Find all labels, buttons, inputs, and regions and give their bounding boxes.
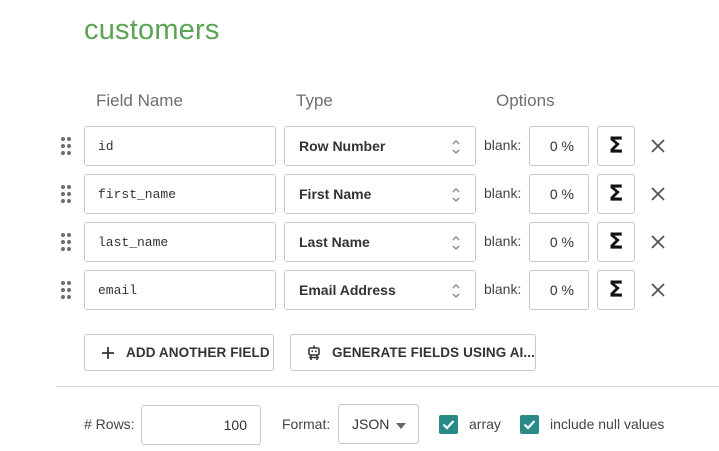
updown-chevron-icon xyxy=(452,236,460,250)
include-null-checkbox[interactable] xyxy=(520,415,539,434)
blank-label: blank: xyxy=(484,137,522,153)
field-type-select[interactable]: First Name xyxy=(284,174,476,214)
blank-label: blank: xyxy=(484,185,522,201)
close-icon[interactable] xyxy=(648,184,668,204)
blank-label: blank: xyxy=(484,233,522,249)
field-name-input[interactable] xyxy=(84,270,276,310)
generate-ai-label: GENERATE FIELDS USING AI... xyxy=(332,345,535,360)
field-name-input[interactable] xyxy=(84,174,276,214)
drag-handle-icon[interactable] xyxy=(61,281,73,299)
field-name-input[interactable] xyxy=(84,126,276,166)
close-icon[interactable] xyxy=(648,232,668,252)
drag-handle-icon[interactable] xyxy=(61,137,73,155)
robot-icon xyxy=(308,345,320,360)
add-field-label: ADD ANOTHER FIELD xyxy=(126,345,270,360)
field-type-label: Email Address xyxy=(299,282,396,298)
blank-percent-input[interactable] xyxy=(529,270,589,310)
blank-percent-input[interactable] xyxy=(529,174,589,214)
schema-editor: customers Field Name Type Options Row Nu… xyxy=(0,0,719,451)
divider xyxy=(56,386,719,387)
sigma-icon: Σ xyxy=(608,277,624,303)
array-label: array xyxy=(469,416,501,432)
column-header-field-name: Field Name xyxy=(96,91,183,110)
formula-button[interactable]: Σ xyxy=(597,174,635,214)
field-type-select[interactable]: Last Name xyxy=(284,222,476,262)
field-type-select[interactable]: Email Address xyxy=(284,270,476,310)
checkmark-icon xyxy=(523,420,536,430)
updown-chevron-icon xyxy=(452,188,460,202)
field-row: Row Number blank: Σ xyxy=(0,126,719,166)
close-icon[interactable] xyxy=(648,136,668,156)
sigma-icon: Σ xyxy=(608,181,624,207)
field-type-label: First Name xyxy=(299,186,372,202)
array-checkbox[interactable] xyxy=(439,415,458,434)
format-select[interactable]: JSON xyxy=(338,404,419,444)
rows-input[interactable] xyxy=(141,405,261,445)
formula-button[interactable]: Σ xyxy=(597,270,635,310)
sigma-icon: Σ xyxy=(608,229,624,255)
field-row: First Name blank: Σ xyxy=(0,174,719,214)
plus-icon xyxy=(102,346,114,359)
add-field-button[interactable]: ADD ANOTHER FIELD xyxy=(84,334,274,371)
generate-ai-button[interactable]: GENERATE FIELDS USING AI... xyxy=(290,334,536,371)
field-row: Email Address blank: Σ xyxy=(0,270,719,310)
format-value: JSON xyxy=(352,416,390,432)
caret-down-icon xyxy=(396,423,406,429)
blank-label: blank: xyxy=(484,281,522,297)
checkmark-icon xyxy=(442,420,455,430)
field-type-label: Row Number xyxy=(299,138,386,154)
formula-button[interactable]: Σ xyxy=(597,126,635,166)
drag-handle-icon[interactable] xyxy=(61,185,73,203)
include-null-label: include null values xyxy=(550,416,665,432)
drag-handle-icon[interactable] xyxy=(61,233,73,251)
field-type-select[interactable]: Row Number xyxy=(284,126,476,166)
formula-button[interactable]: Σ xyxy=(597,222,635,262)
blank-percent-input[interactable] xyxy=(529,126,589,166)
updown-chevron-icon xyxy=(452,140,460,154)
blank-percent-input[interactable] xyxy=(529,222,589,262)
sigma-icon: Σ xyxy=(608,133,624,159)
table-title: customers xyxy=(84,14,220,46)
close-icon[interactable] xyxy=(648,280,668,300)
column-header-type: Type xyxy=(296,91,333,110)
column-header-options: Options xyxy=(496,91,555,110)
updown-chevron-icon xyxy=(452,284,460,298)
field-row: Last Name blank: Σ xyxy=(0,222,719,262)
rows-label: # Rows: xyxy=(84,416,135,432)
field-name-input[interactable] xyxy=(84,222,276,262)
format-label: Format: xyxy=(282,416,331,432)
field-type-label: Last Name xyxy=(299,234,370,250)
